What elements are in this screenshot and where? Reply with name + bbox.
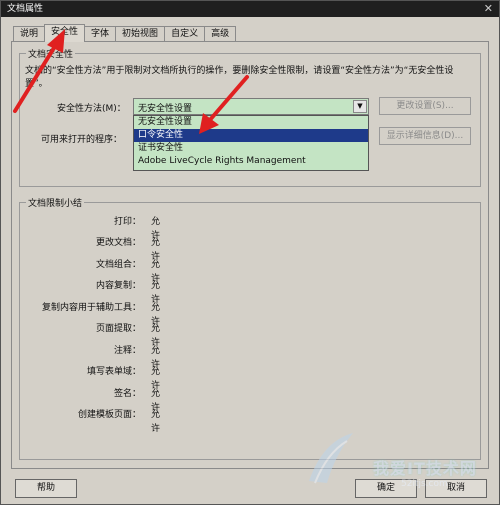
restrictions-group-title: 文档限制小结 [26,196,85,209]
chevron-down-icon[interactable]: ▼ [353,100,367,113]
tab-advanced[interactable]: 高级 [204,26,237,42]
security-description: 文档的“安全性方法”用于限制对文档所执行的操作，要删除安全性限制，请设置“安全性… [25,66,454,89]
document-properties-dialog: 文档属性 ✕ 说明 安全性 字体 初始视图 自定义 高级 文档安全性 文档的“安… [0,0,500,505]
dropdown-option-password[interactable]: 口令安全性 [134,129,368,142]
close-icon[interactable]: ✕ [484,1,493,17]
restriction-label: 文档组合： [95,260,141,270]
tab-fonts[interactable]: 字体 [84,26,117,42]
tab-security[interactable]: 安全性 [44,24,86,42]
restriction-label: 页面提取： [95,324,141,334]
change-settings-button[interactable]: 更改设置(S)... [379,97,471,115]
help-button[interactable]: 帮助 [15,479,77,498]
restriction-label: 更改文档： [95,238,141,248]
title-bar: 文档属性 ✕ [1,1,499,17]
security-method-select[interactable]: 无安全性设置 ▼ [133,98,369,115]
security-group-title: 文档安全性 [26,47,76,60]
dropdown-option-livecycle[interactable]: Adobe LiveCycle Rights Management [134,155,368,168]
restriction-label: 复制内容用于辅助工具： [41,303,141,313]
tab-custom[interactable]: 自定义 [164,26,206,42]
restriction-label: 签名： [113,389,141,399]
restriction-label: 打印： [113,217,141,227]
restriction-label: 创建模板页面： [77,410,141,420]
ok-button[interactable]: 确定 [355,479,417,498]
restriction-label: 注释： [113,346,141,356]
window-title: 文档属性 [7,4,44,14]
cancel-button[interactable]: 取消 [425,479,487,498]
security-method-value: 无安全性设置 [138,104,193,114]
tab-initial-view[interactable]: 初始视图 [115,26,166,42]
openable-by-label: 可用来打开的程序： [41,135,123,145]
restriction-label: 填写表单域： [86,367,141,377]
tab-strip: 说明 安全性 字体 初始视图 自定义 高级 [13,24,237,42]
show-details-button[interactable]: 显示详细信息(D)... [379,127,471,145]
restriction-value: 允许 [151,410,161,434]
security-method-label: 安全性方法(M)： [57,104,126,114]
dropdown-option-none[interactable]: 无安全性设置 [134,116,368,129]
restriction-label: 内容复制： [95,281,141,291]
tab-description[interactable]: 说明 [13,26,46,42]
security-method-dropdown[interactable]: 无安全性设置 口令安全性 证书安全性 Adobe LiveCycle Right… [133,115,369,171]
dropdown-option-certificate[interactable]: 证书安全性 [134,142,368,155]
